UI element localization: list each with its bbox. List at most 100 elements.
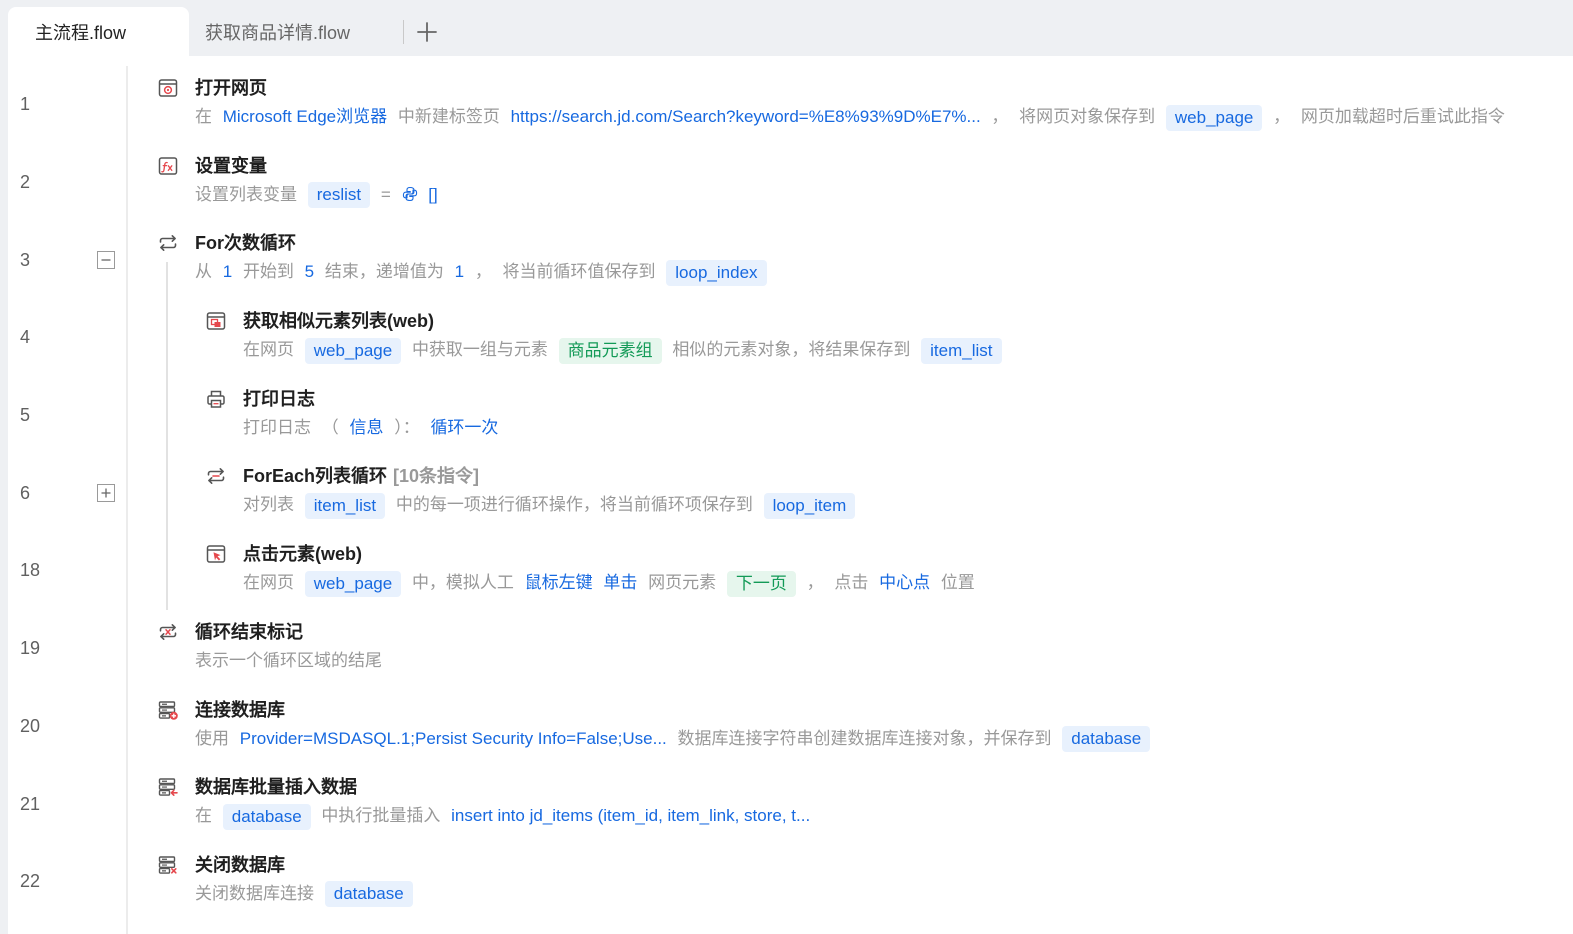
click-type-value: 单击 bbox=[603, 573, 638, 593]
connection-string-value: Provider=MSDASQL.1;Persist Security Info… bbox=[239, 728, 667, 748]
variable-tag: web_page bbox=[304, 337, 402, 364]
plus-icon bbox=[417, 22, 437, 42]
flow-step-click-element[interactable]: 18 点击元素(web) 在网页 web_page 中，模拟人工 鼠标左键 单击… bbox=[8, 532, 1573, 610]
variable-tag: reslist bbox=[307, 182, 371, 209]
step-title: 数据库批量插入数据 bbox=[195, 777, 357, 798]
variable-tag: loop_item bbox=[763, 492, 856, 519]
print-icon bbox=[205, 388, 227, 410]
step-description: 使用 Provider=MSDASQL.1;Persist Security I… bbox=[195, 725, 1565, 753]
instruction-count: [10条指令] bbox=[393, 466, 480, 487]
line-number: 3 bbox=[20, 249, 31, 270]
flow-step-close-database[interactable]: 22 关闭数据库 关闭数据库连接 database bbox=[8, 843, 1573, 921]
database-insert-icon bbox=[157, 776, 179, 798]
flow-step-open-webpage[interactable]: 1 打开网页 在 Microsoft Edge浏览器 中新建标签页 https:… bbox=[8, 66, 1573, 144]
desc-text: = bbox=[380, 184, 391, 204]
step-description: 在网页 web_page 中，模拟人工 鼠标左键 单击 网页元素 下一页 ， 点… bbox=[243, 569, 1565, 597]
variable-tag: web_page bbox=[1165, 104, 1263, 131]
desc-text: 网页元素 bbox=[648, 573, 717, 593]
desc-text: 中获取一组与元素 bbox=[411, 340, 548, 360]
variable-tag: database bbox=[1062, 726, 1151, 753]
tab-get-product-details-flow[interactable]: 获取商品详情.flow bbox=[205, 7, 350, 56]
list-value: [] bbox=[428, 184, 438, 204]
step-description: 设置列表变量 reslist = [] bbox=[195, 181, 1565, 209]
mouse-button-value: 鼠标左键 bbox=[524, 573, 593, 593]
desc-text: 中，模拟人工 bbox=[411, 573, 514, 593]
desc-text: ， bbox=[474, 262, 492, 282]
step-title: 设置变量 bbox=[195, 155, 267, 176]
step-title: 点击元素(web) bbox=[243, 544, 362, 565]
tab-label: 主流程.flow bbox=[35, 22, 127, 43]
log-level-value: 信息 bbox=[349, 417, 384, 437]
step-description: 表示一个循环区域的结尾 bbox=[195, 647, 1565, 675]
loop-icon bbox=[157, 232, 179, 254]
line-number: 2 bbox=[20, 172, 31, 193]
flow-step-get-similar-elements[interactable]: 4 获取相似元素列表(web) 在网页 web_page 中获取一组与元素 商品… bbox=[8, 299, 1573, 377]
flow-step-connect-database[interactable]: 20 连接数据库 使用 Provider=MSDASQL.1;Persist S… bbox=[8, 688, 1573, 766]
desc-text: 相似的元素对象，将结果保存到 bbox=[672, 340, 911, 360]
expand-toggle[interactable] bbox=[97, 484, 115, 503]
add-tab-button[interactable] bbox=[416, 21, 438, 43]
step-title: For次数循环 bbox=[195, 233, 296, 254]
tab-main-flow[interactable]: 主流程.flow bbox=[8, 7, 189, 56]
desc-text: 数据库连接字符串创建数据库连接对象，并保存到 bbox=[677, 728, 1052, 748]
element-tag: 下一页 bbox=[726, 570, 796, 597]
flow-editor: 1 打开网页 在 Microsoft Edge浏览器 中新建标签页 https:… bbox=[8, 56, 1573, 934]
sql-value: insert into jd_items (item_id, item_link… bbox=[451, 806, 811, 826]
flow-step-set-variable[interactable]: 2 设置变量 设置列表变量 reslist = [] bbox=[8, 144, 1573, 222]
step-description: 在 database 中执行批量插入 insert into jd_items … bbox=[195, 802, 1565, 830]
variable-tag: loop_index bbox=[666, 259, 767, 286]
desc-text: ， bbox=[806, 573, 824, 593]
loop-end-icon bbox=[157, 621, 179, 643]
step-description: 对列表 item_list 中的每一项进行循环操作，将当前循环项保存到 loop… bbox=[243, 491, 1565, 519]
tab-divider bbox=[403, 20, 404, 44]
database-close-icon bbox=[157, 854, 179, 876]
desc-text: 点击 bbox=[834, 573, 869, 593]
desc-text: 在网页 bbox=[243, 573, 294, 593]
step-description: 在网页 web_page 中获取一组与元素 商品元素组 相似的元素对象，将结果保… bbox=[243, 336, 1565, 364]
desc-text: 对列表 bbox=[243, 495, 294, 515]
desc-text: 中新建标签页 bbox=[397, 107, 500, 126]
desc-text: （ bbox=[321, 417, 339, 437]
line-number: 1 bbox=[20, 94, 31, 115]
end-value: 5 bbox=[304, 262, 315, 282]
step-description: 在 Microsoft Edge浏览器 中新建标签页 https://searc… bbox=[195, 103, 1565, 131]
desc-text: ， bbox=[991, 107, 1009, 126]
line-number: 4 bbox=[20, 327, 31, 348]
log-message-value: 循环一次 bbox=[430, 417, 499, 437]
desc-text: 表示一个循环区域的结尾 bbox=[195, 650, 382, 670]
line-number: 18 bbox=[20, 560, 41, 581]
click-position-value: 中心点 bbox=[879, 573, 931, 593]
step-value: 1 bbox=[454, 262, 465, 282]
step-title: ForEach列表循环 [10条指令] bbox=[243, 464, 479, 488]
desc-text: ）： bbox=[394, 417, 420, 437]
desc-text: 在 bbox=[195, 806, 212, 826]
step-description: 从 1 开始到 5 结束，递增值为 1 ， 将当前循环值保存到 loop_ind… bbox=[195, 258, 1565, 286]
step-description: 关闭数据库连接 database bbox=[195, 880, 1565, 908]
tab-label: 获取商品详情.flow bbox=[205, 22, 351, 43]
desc-text: 位置 bbox=[940, 573, 975, 593]
variable-tag: web_page bbox=[304, 570, 402, 597]
flow-step-database-batch-insert[interactable]: 21 数据库批量插入数据 在 database 中执行批量插入 insert i… bbox=[8, 765, 1573, 843]
browser-value: Microsoft Edge浏览器 bbox=[222, 107, 388, 126]
foreach-loop-icon bbox=[205, 465, 227, 487]
step-title: 获取相似元素列表(web) bbox=[243, 311, 434, 332]
line-number: 22 bbox=[20, 871, 41, 892]
desc-text: 中的每一项进行循环操作，将当前循环项保存到 bbox=[395, 495, 753, 515]
url-value: https://search.jd.com/Search?keyword=%E8… bbox=[510, 107, 981, 126]
flow-step-print-log[interactable]: 5 打印日志 打印日志 （ 信息 ）： 循环一次 bbox=[8, 377, 1573, 455]
step-title: 连接数据库 bbox=[195, 699, 285, 720]
database-connect-icon bbox=[157, 699, 179, 721]
line-number: 20 bbox=[20, 715, 41, 736]
file-tab-bar: 主流程.flow 获取商品详情.flow bbox=[0, 0, 1573, 56]
flow-step-list: 1 打开网页 在 Microsoft Edge浏览器 中新建标签页 https:… bbox=[8, 66, 1573, 921]
desc-text: 开始到 bbox=[242, 262, 294, 282]
flow-step-loop-end[interactable]: 19 循环结束标记 表示一个循环区域的结尾 bbox=[8, 610, 1573, 688]
variable-tag: item_list bbox=[304, 492, 386, 519]
flow-step-for-loop[interactable]: 3 For次数循环 从 1 开始到 5 结束，递增值为 1 ， 将当前循环值保存… bbox=[8, 221, 1573, 299]
desc-text: 关闭数据库连接 bbox=[195, 883, 314, 903]
collapse-toggle[interactable] bbox=[97, 251, 115, 270]
desc-text: 在 bbox=[195, 107, 212, 126]
desc-text: 在网页 bbox=[243, 340, 294, 360]
flow-step-foreach-loop[interactable]: 6 ForEach列表循环 [10条指令] 对列表 item_list 中的每一… bbox=[8, 454, 1573, 532]
variable-tag: database bbox=[222, 803, 311, 830]
